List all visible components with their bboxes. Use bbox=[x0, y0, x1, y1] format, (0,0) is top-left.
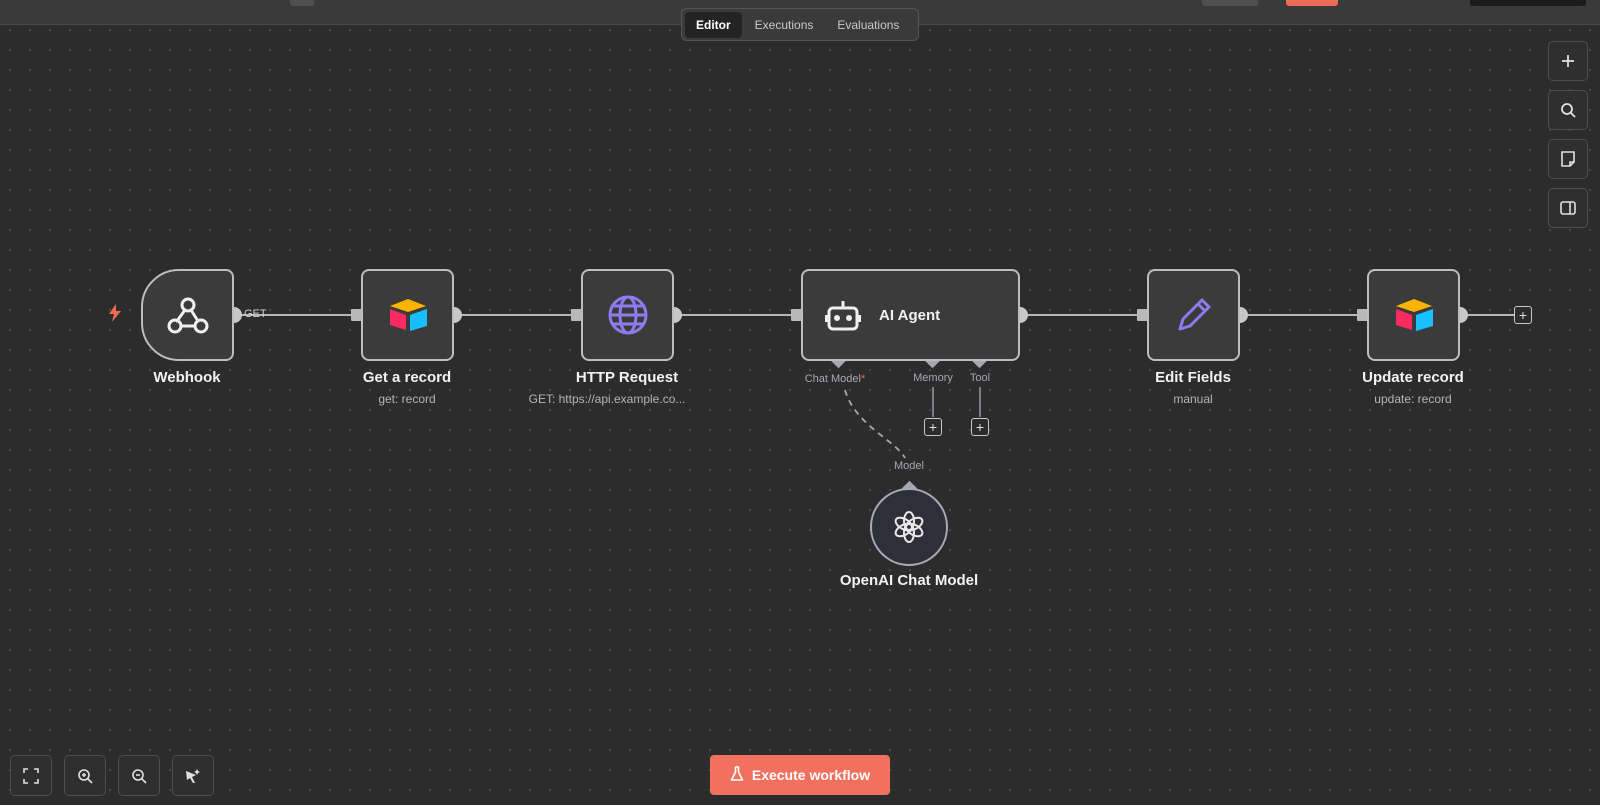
node-webhook[interactable] bbox=[141, 269, 234, 361]
tidy-up-button[interactable] bbox=[172, 755, 214, 796]
zoom-out-button[interactable] bbox=[118, 755, 160, 796]
zoom-out-icon bbox=[132, 768, 147, 784]
zoom-in-icon bbox=[78, 768, 93, 784]
tidy-up-icon bbox=[186, 768, 200, 783]
right-toolbar bbox=[1548, 41, 1588, 237]
webhook-icon bbox=[166, 295, 210, 335]
node-update-record[interactable] bbox=[1367, 269, 1460, 361]
openai-icon bbox=[893, 511, 925, 543]
search-icon bbox=[1561, 103, 1576, 118]
node-title: Get a record bbox=[362, 369, 452, 386]
search-button[interactable] bbox=[1548, 90, 1588, 130]
sticky-note-icon bbox=[1561, 151, 1575, 167]
connections-layer bbox=[226, 307, 1514, 497]
port-label-memory: Memory bbox=[913, 372, 953, 384]
robot-icon bbox=[825, 298, 861, 332]
add-sticky-note-button[interactable] bbox=[1548, 139, 1588, 179]
node-ai-agent[interactable]: AI Agent bbox=[801, 269, 1020, 361]
node-title: OpenAI Chat Model bbox=[839, 572, 979, 589]
fit-view-button[interactable] bbox=[10, 755, 52, 796]
add-memory-button[interactable]: + bbox=[924, 418, 942, 436]
node-title: AI Agent bbox=[879, 306, 941, 324]
node-title: Webhook bbox=[153, 369, 221, 386]
port-label-chat-model: Chat Model* bbox=[804, 373, 866, 385]
toggle-panel-button[interactable] bbox=[1548, 188, 1588, 228]
add-next-node-button[interactable]: + bbox=[1514, 306, 1532, 324]
pencil-icon bbox=[1174, 295, 1214, 335]
trigger-bolt-icon bbox=[108, 304, 122, 327]
model-connection-line[interactable] bbox=[844, 389, 906, 459]
airtable-icon bbox=[387, 298, 429, 332]
node-title: HTTP Request bbox=[575, 369, 679, 386]
node-subtitle: GET: https://api.example.co... bbox=[528, 392, 686, 406]
node-http-request[interactable] bbox=[581, 269, 674, 361]
fit-view-icon bbox=[23, 767, 39, 784]
plus-icon bbox=[1562, 55, 1574, 67]
edge-label: GET bbox=[244, 308, 267, 320]
node-title: Edit Fields bbox=[1155, 369, 1231, 386]
execute-workflow-button[interactable]: Execute workflow bbox=[710, 755, 890, 795]
execute-workflow-label: Execute workflow bbox=[751, 767, 871, 783]
zoom-in-button[interactable] bbox=[64, 755, 106, 796]
node-openai-chat-model[interactable] bbox=[870, 488, 948, 566]
bottom-toolbar bbox=[10, 755, 214, 796]
node-subtitle: get: record bbox=[378, 392, 436, 406]
node-edit-fields[interactable] bbox=[1147, 269, 1240, 361]
port-label-model: Model bbox=[894, 460, 924, 472]
node-subtitle: manual bbox=[1173, 392, 1213, 406]
add-node-button[interactable] bbox=[1548, 41, 1588, 81]
node-title: Update record bbox=[1362, 369, 1464, 386]
port-label-tool: Tool bbox=[969, 372, 991, 384]
panel-icon bbox=[1560, 201, 1576, 215]
flask-icon bbox=[730, 765, 744, 785]
airtable-icon bbox=[1393, 298, 1435, 332]
add-tool-button[interactable]: + bbox=[971, 418, 989, 436]
node-get-record[interactable] bbox=[361, 269, 454, 361]
globe-icon bbox=[607, 294, 649, 336]
node-subtitle: update: record bbox=[1374, 392, 1452, 406]
